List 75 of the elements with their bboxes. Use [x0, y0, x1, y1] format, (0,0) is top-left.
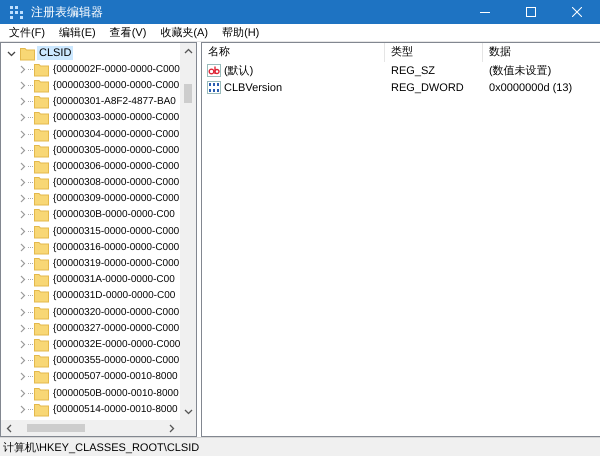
folder-icon — [34, 126, 49, 142]
folder-icon — [34, 78, 49, 93]
menu-item[interactable]: 文件(F) — [2, 25, 52, 40]
tree-item[interactable]: {00000320-0000-0000-C000 — [51, 306, 180, 319]
value-name: (默认) — [224, 64, 254, 78]
scroll-down-icon[interactable] — [184, 409, 192, 415]
tree-item[interactable]: {00000319-0000-0000-C000 — [51, 257, 180, 270]
tree-item[interactable]: CLSID — [37, 46, 74, 60]
column-header[interactable]: 类型 — [385, 43, 483, 62]
chevron-icon[interactable] — [7, 48, 16, 58]
folder-icon — [34, 191, 49, 206]
tree-item[interactable]: {00000306-0000-0000-C000 — [51, 160, 180, 173]
folder-icon — [34, 224, 49, 239]
tree-item[interactable]: {00000304-0000-0000-C000 — [51, 128, 180, 141]
folder-icon — [34, 369, 49, 384]
folder-icon — [34, 207, 49, 222]
folder-icon — [34, 386, 49, 401]
column-header[interactable]: 数据 — [483, 43, 600, 62]
value-name: CLBVersion — [224, 82, 282, 94]
scroll-thumb[interactable] — [184, 84, 192, 103]
tree-item[interactable]: {00000315-0000-0000-C000 — [51, 224, 180, 238]
tree-item[interactable]: {00000308-0000-0000-C000 — [51, 176, 180, 190]
tree-item[interactable]: {0000031A-0000-0000-C00 — [51, 273, 177, 286]
close-icon[interactable] — [572, 7, 582, 17]
window-title: 注册表编辑器 — [31, 4, 103, 20]
folder-icon — [34, 94, 49, 110]
tree-item[interactable]: {00000305-0000-0000-C000 — [51, 144, 180, 157]
maximize-icon[interactable] — [526, 7, 536, 17]
scroll-up-icon[interactable] — [184, 48, 192, 54]
folder-icon — [34, 256, 49, 272]
tree-item[interactable]: {0000030B-0000-0000-C00 — [51, 208, 177, 222]
tree-item[interactable]: {00000327-0000-0000-C000 — [51, 322, 180, 335]
menu-item[interactable]: 帮助(H) — [215, 25, 266, 40]
folder-icon — [34, 320, 49, 336]
value-type: REG_DWORD — [390, 82, 465, 94]
binary-value-icon — [207, 81, 221, 94]
folder-icon — [34, 142, 49, 158]
folder-icon — [34, 62, 49, 77]
folder-icon — [34, 304, 49, 320]
value-data: (数值未设置) — [488, 64, 552, 78]
tree-item[interactable]: {00000309-0000-0000-C000 — [51, 192, 180, 206]
folder-icon — [34, 110, 49, 126]
status-path: 计算机\HKEY_CLASSES_ROOT\CLSID — [3, 440, 200, 454]
tree-item[interactable]: {0000032E-0000-0000-C000 — [51, 338, 180, 351]
menu-item[interactable]: 查看(V) — [102, 25, 154, 40]
tree-item[interactable]: {00000507-0000-0010-8000 — [51, 370, 180, 384]
folder-icon — [20, 46, 35, 61]
tree-item[interactable]: {00000301-A8F2-4877-BA0 — [51, 95, 178, 108]
tree-item[interactable]: {00000514-0000-0010-8000 — [51, 402, 180, 416]
tree-item[interactable]: {00000300-0000-0000-C000 — [51, 78, 180, 92]
scroll-thumb[interactable] — [27, 424, 85, 432]
folder-icon — [34, 353, 49, 368]
tree-item[interactable]: {0000031D-0000-0000-C00 — [51, 289, 178, 302]
column-header[interactable]: 名称 — [202, 43, 385, 62]
scroll-left-icon[interactable] — [6, 424, 12, 432]
folder-icon — [34, 402, 49, 417]
registry-icon — [9, 5, 23, 19]
folder-icon — [34, 158, 49, 174]
tree-item[interactable]: {00000355-0000-0000-C000 — [51, 354, 180, 368]
tree-item[interactable]: {0000050B-0000-0010-8000 — [51, 386, 180, 400]
folder-icon — [34, 288, 49, 304]
tree-item[interactable]: {00000303-0000-0000-C000 — [51, 111, 180, 124]
menu-item[interactable]: 收藏夹(A) — [153, 25, 216, 40]
folder-icon — [34, 175, 49, 190]
value-data: 0x0000000d (13) — [488, 82, 574, 94]
string-value-icon — [207, 64, 221, 77]
folder-icon — [34, 336, 49, 352]
vertical-scrollbar[interactable] — [180, 43, 196, 420]
folder-icon — [34, 272, 49, 288]
menu-item[interactable]: 编辑(E) — [52, 25, 103, 40]
tree-item[interactable]: {00000316-0000-0000-C000 — [51, 240, 180, 254]
tree-item[interactable]: {0000002F-0000-0000-C000 — [51, 62, 180, 76]
scroll-right-icon[interactable] — [169, 424, 175, 432]
folder-icon — [34, 240, 49, 255]
value-type: REG_SZ — [390, 64, 436, 76]
